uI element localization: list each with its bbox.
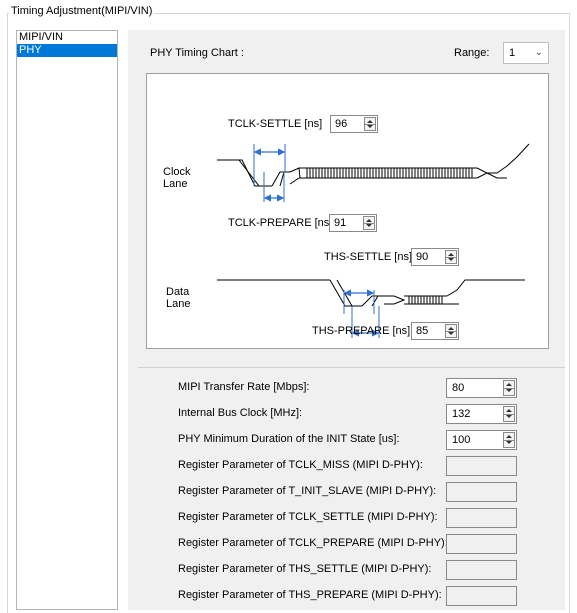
ths-settle-spinner[interactable]: 90	[411, 248, 459, 266]
nav-item-mipi-vin[interactable]: MIPI/VIN	[17, 31, 117, 44]
chevron-down-icon: ⌄	[534, 47, 543, 58]
ths-prepare-spinner[interactable]: 85	[411, 322, 459, 340]
ths-settle-label: THS-SETTLE [ns]	[324, 251, 413, 263]
ths-settle-reg-label: Register Parameter of THS_SETTLE (MIPI D…	[178, 563, 432, 575]
tclk-prepare-spinner[interactable]: 91	[329, 214, 377, 232]
range-dropdown[interactable]: 1 ⌄	[503, 42, 549, 64]
tclk-settle-label: TCLK-SETTLE [ns]	[228, 118, 323, 130]
clock-burst	[306, 168, 473, 178]
tclk-prepare-reg-label: Register Parameter of TCLK_PREPARE (MIPI…	[178, 537, 448, 549]
tclk-miss-label: Register Parameter of TCLK_MISS (MIPI D-…	[178, 459, 423, 471]
spinner-arrows-icon[interactable]	[445, 250, 457, 264]
spinner-arrows-icon[interactable]	[503, 406, 515, 422]
mipi-transfer-rate-label: MIPI Transfer Rate [Mbps]:	[178, 381, 310, 393]
phy-settings-panel: PHY Timing Chart : Range: 1 ⌄ Clock Lane…	[128, 30, 565, 610]
tclk-miss-field	[446, 456, 517, 476]
tclk-prepare-label: TCLK-PREPARE [ns]	[228, 217, 333, 229]
range-label: Range:	[454, 47, 490, 59]
phy-timing-chart: Clock Lane Data Lane TCLK-SETTLE [ns] 96…	[146, 73, 549, 349]
clock-lane-label: Clock Lane	[163, 166, 191, 190]
spinner-arrows-icon[interactable]	[364, 117, 376, 131]
init-state-duration-label: PHY Minimum Duration of the INIT State […	[178, 433, 400, 445]
group-title: Timing Adjustment(MIPI/VIN)	[9, 4, 155, 18]
range-value: 1	[509, 47, 516, 59]
init-state-duration-spinner[interactable]: 100	[446, 430, 517, 450]
spinner-arrows-icon[interactable]	[503, 380, 515, 396]
ths-prepare-label: THS-PREPARE [ns]	[312, 325, 411, 337]
category-list[interactable]: MIPI/VIN PHY	[16, 30, 118, 610]
tclk-settle-reg-label: Register Parameter of TCLK_SETTLE (MIPI …	[178, 511, 438, 523]
ths-settle-reg-field	[446, 560, 517, 580]
section-divider	[138, 367, 565, 368]
chart-title: PHY Timing Chart :	[150, 47, 244, 59]
spinner-arrows-icon[interactable]	[445, 324, 457, 338]
nav-item-phy[interactable]: PHY	[17, 44, 117, 57]
ths-prepare-reg-field	[446, 586, 517, 606]
tclk-settle-spinner[interactable]: 96	[330, 115, 378, 133]
tclk-prepare-reg-field	[446, 534, 517, 554]
ths-prepare-reg-label: Register Parameter of THS_PREPARE (MIPI …	[178, 589, 442, 601]
tclk-settle-reg-field	[446, 508, 517, 528]
spinner-arrows-icon[interactable]	[503, 432, 515, 448]
data-lane-label: Data Lane	[166, 286, 191, 310]
t-init-slave-label: Register Parameter of T_INIT_SLAVE (MIPI…	[178, 485, 437, 497]
internal-bus-clock-label: Internal Bus Clock [MHz]:	[178, 407, 303, 419]
mipi-transfer-rate-spinner[interactable]: 80	[446, 378, 517, 398]
data-burst	[408, 296, 443, 304]
internal-bus-clock-spinner[interactable]: 132	[446, 404, 517, 424]
spinner-arrows-icon[interactable]	[363, 216, 375, 230]
t-init-slave-field	[446, 482, 517, 502]
